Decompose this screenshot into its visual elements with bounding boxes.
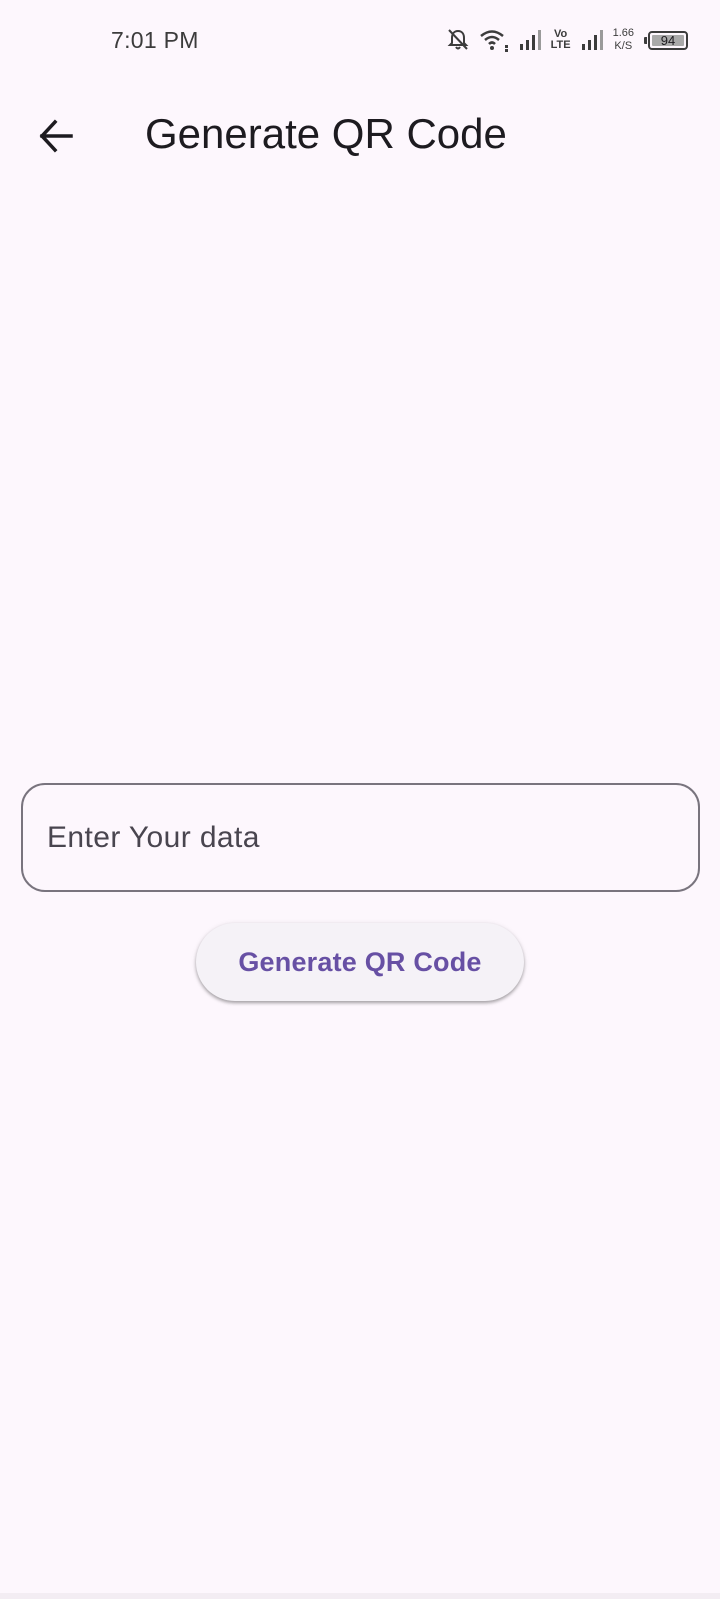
status-time: 7:01 PM	[111, 27, 199, 53]
app-bar: Generate QR Code	[0, 80, 720, 192]
arrow-back-icon	[39, 119, 73, 153]
gesture-bar	[0, 1593, 720, 1599]
back-button[interactable]	[24, 104, 88, 168]
signal-icon	[581, 30, 603, 50]
data-input[interactable]	[21, 783, 700, 892]
generate-qr-code-button[interactable]: Generate QR Code	[196, 923, 524, 1001]
signal-icon	[519, 30, 541, 50]
battery-icon: 94	[644, 30, 688, 50]
page-title: Generate QR Code	[145, 110, 507, 157]
wifi-icon	[479, 30, 508, 52]
network-speed-value: 1.66	[612, 27, 634, 39]
battery-level: 94	[660, 32, 676, 48]
status-icons: Vo LTE 1.66 K/S 94	[437, 24, 688, 56]
network-speed: 1.66 K/S	[613, 27, 634, 53]
network-speed-unit: K/S	[614, 40, 633, 52]
volte-badge-bottom: LTE	[550, 39, 571, 51]
bell-off-icon	[447, 29, 469, 50]
volte-badge: Vo LTE	[551, 29, 571, 51]
status-bar: 7:01 PM Vo LTE 1.66 K/S 94	[0, 0, 720, 80]
